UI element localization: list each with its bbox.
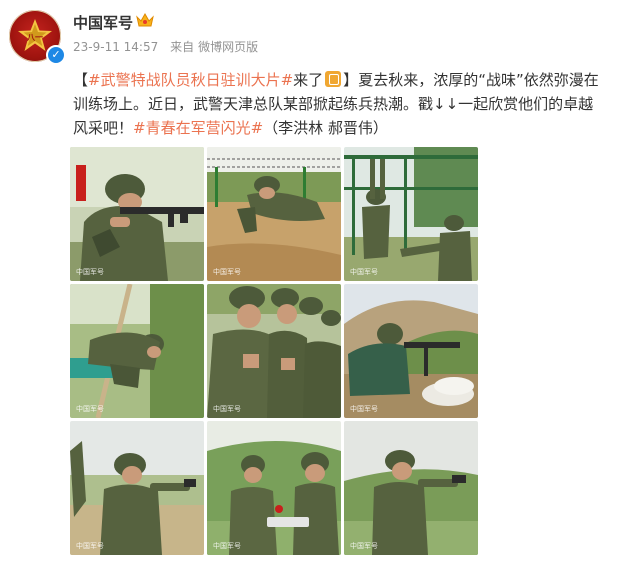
soldier-pistol-aiming-image — [344, 421, 478, 555]
post-meta: 23-9-11 14:57 来自 微博网页版 — [73, 38, 266, 55]
headline-suffix: 来了 — [293, 71, 324, 89]
soldier-aiming-rifle-image — [70, 147, 204, 281]
image-thumb-2[interactable]: 中国军号 — [207, 147, 341, 281]
image-watermark: 中国军号 — [76, 405, 104, 413]
image-grid: 中国军号 中国军号 中国军号 中国军号 中国军号 中国军号 中国军号 中国军号 … — [70, 147, 478, 555]
image-watermark: 中国军号 — [213, 542, 241, 550]
photo-credit: （李洪林 郝晋伟） — [263, 119, 388, 137]
soldier-firing-from-cover-image — [344, 284, 478, 418]
image-thumb-8[interactable]: 中国军号 — [207, 421, 341, 555]
emoji-icon — [325, 71, 342, 87]
topic-link[interactable]: #青春在军营闪光# — [133, 119, 263, 137]
soldier-crawling-image — [207, 147, 341, 281]
post-time[interactable]: 23-9-11 14:57 — [73, 40, 158, 54]
image-thumb-6[interactable]: 中国军号 — [344, 284, 478, 418]
source-prefix: 来自 — [170, 40, 195, 54]
soldier-pistol-firing-image — [70, 421, 204, 555]
image-watermark: 中国军号 — [350, 542, 378, 550]
image-thumb-7[interactable]: 中国军号 — [70, 421, 204, 555]
verified-badge-icon: ✓ — [46, 45, 66, 65]
account-name[interactable]: 中国军号 — [73, 12, 133, 33]
bracket-close: 】 — [343, 71, 359, 89]
image-watermark: 中国军号 — [350, 268, 378, 276]
image-thumb-9[interactable]: 中国军号 — [344, 421, 478, 555]
soldiers-in-formation-image — [207, 284, 341, 418]
svg-text:八一: 八一 — [26, 33, 43, 42]
image-watermark: 中国军号 — [213, 268, 241, 276]
headline-topic-link[interactable]: #武警特战队员秋日驻训大片# — [88, 71, 293, 89]
image-thumb-3[interactable]: 中国军号 — [344, 147, 478, 281]
post-text: 【#武警特战队员秋日驻训大片#来了 】夏去秋来，浓厚的“战味”依然弥漫在训练场上。… — [73, 68, 603, 140]
image-thumb-5[interactable]: 中国军号 — [207, 284, 341, 418]
bracket-open: 【 — [73, 71, 89, 89]
soldier-rope-climbing-image — [70, 284, 204, 418]
post-source[interactable]: 微博网页版 — [198, 40, 258, 54]
instructor-and-soldier-image — [207, 421, 341, 555]
image-thumb-1[interactable]: 中国军号 — [70, 147, 204, 281]
vip-crown-icon — [136, 12, 154, 27]
image-watermark: 中国军号 — [350, 405, 378, 413]
image-watermark: 中国军号 — [213, 405, 241, 413]
image-watermark: 中国军号 — [76, 542, 104, 550]
image-watermark: 中国军号 — [76, 268, 104, 276]
image-thumb-4[interactable]: 中国军号 — [70, 284, 204, 418]
soldiers-on-monkey-bars-image — [344, 147, 478, 281]
